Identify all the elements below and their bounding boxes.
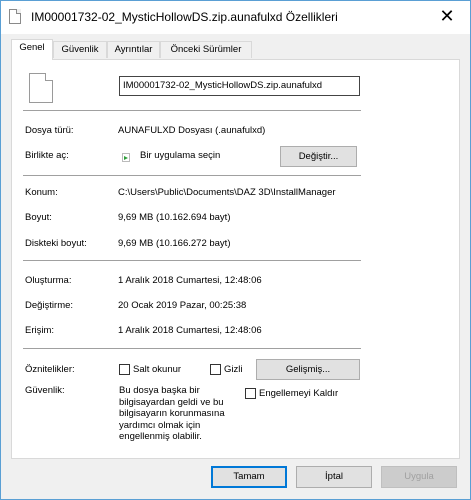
file-type-label: Dosya türü: <box>25 125 74 136</box>
size-value: 9,69 MB (10.162.694 bayt) <box>118 212 231 223</box>
modified-value: 20 Ocak 2019 Pazar, 00:25:38 <box>118 300 247 311</box>
readonly-label: Salt okunur <box>133 364 182 375</box>
apply-button[interactable]: Uygula <box>381 466 457 488</box>
file-name-field[interactable]: IM00001732-02_MysticHollowDS.zip.aunaful… <box>119 76 360 96</box>
change-button[interactable]: Değiştir... <box>280 146 357 167</box>
size-on-disk-label: Diskteki boyut: <box>25 238 87 249</box>
hidden-checkbox[interactable] <box>210 364 221 375</box>
location-label: Konum: <box>25 187 58 198</box>
readonly-checkbox[interactable] <box>119 364 130 375</box>
file-icon <box>9 9 21 24</box>
hidden-label: Gizli <box>224 364 243 375</box>
modified-label: Değiştirme: <box>25 300 74 311</box>
size-on-disk-value: 9,69 MB (10.166.272 bayt) <box>118 238 231 249</box>
tab-general[interactable]: Genel <box>11 39 53 60</box>
tab-details[interactable]: Ayrıntılar <box>107 41 160 58</box>
security-message: Bu dosya başka bir bilgisayardan geldi v… <box>119 385 225 442</box>
divider <box>23 260 361 261</box>
tab-previous-versions[interactable]: Önceki Sürümler <box>160 41 252 58</box>
tab-security[interactable]: Güvenlik <box>53 41 107 58</box>
divider <box>23 348 361 349</box>
advanced-button[interactable]: Gelişmiş... <box>256 359 360 380</box>
ok-button[interactable]: Tamam <box>211 466 287 488</box>
unblock-label: Engellemeyi Kaldır <box>259 388 339 399</box>
title-bar: IM00001732-02_MysticHollowDS.zip.aunaful… <box>1 1 470 34</box>
divider <box>23 110 361 111</box>
file-icon <box>29 73 53 103</box>
attributes-label: Öznitelikler: <box>25 364 75 375</box>
unblock-checkbox[interactable] <box>245 388 256 399</box>
close-icon[interactable]: ✕ <box>424 1 470 33</box>
security-label: Güvenlik: <box>25 385 65 396</box>
opens-with-label: Birlikte aç: <box>25 150 69 161</box>
opens-with-value: Bir uygulama seçin <box>140 150 221 161</box>
location-value: C:\Users\Public\Documents\DAZ 3D\Install… <box>118 187 336 198</box>
created-label: Oluşturma: <box>25 275 72 286</box>
created-value: 1 Aralık 2018 Cumartesi, 12:48:06 <box>118 275 262 286</box>
file-type-value: AUNAFULXD Dosyası (.aunafulxd) <box>118 125 266 136</box>
divider <box>23 175 361 176</box>
accessed-value: 1 Aralık 2018 Cumartesi, 12:48:06 <box>118 325 262 336</box>
general-panel: IM00001732-02_MysticHollowDS.zip.aunaful… <box>11 59 460 459</box>
size-label: Boyut: <box>25 212 52 223</box>
cancel-button[interactable]: İptal <box>296 466 372 488</box>
properties-window: IM00001732-02_MysticHollowDS.zip.aunaful… <box>0 0 471 500</box>
window-title: IM00001732-02_MysticHollowDS.zip.aunaful… <box>31 10 338 24</box>
accessed-label: Erişim: <box>25 325 55 336</box>
app-chooser-icon <box>122 153 130 162</box>
